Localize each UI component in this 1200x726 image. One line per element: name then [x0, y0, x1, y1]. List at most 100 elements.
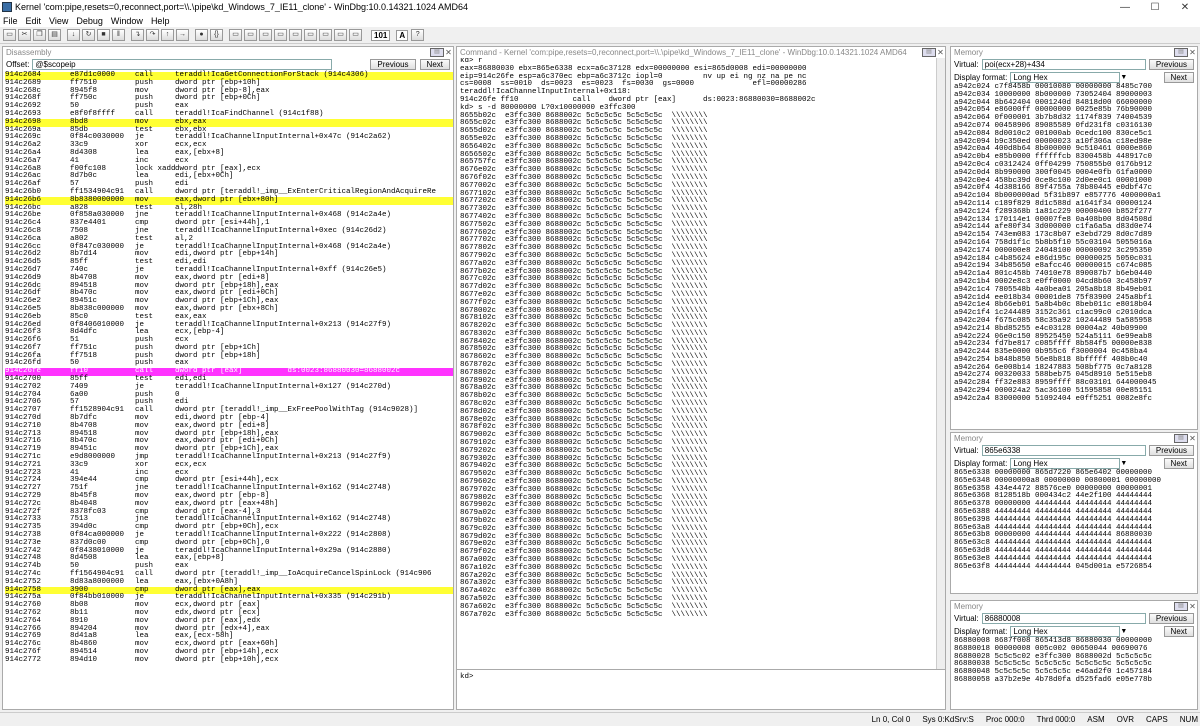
window-menu-icon[interactable]: ▤ — [1174, 48, 1188, 57]
font-icon[interactable]: A — [396, 29, 409, 41]
maximize-button[interactable]: ☐ — [1140, 2, 1170, 13]
display-format-select[interactable]: Long Hex — [1010, 72, 1121, 83]
callstack-window-icon[interactable]: ▭ — [304, 29, 317, 41]
next-button[interactable]: Next — [1163, 72, 1194, 83]
toolbar: ▭ ✂ ❐ ▤ ↓ ↻ ■ ‖ ↴ ↷ ↑ → ● {} ▭ ▭ ▭ ▭ ▭ ▭… — [0, 27, 1200, 44]
step-out-icon[interactable]: ↑ — [161, 29, 174, 41]
locals-window-icon[interactable]: ▭ — [259, 29, 272, 41]
disassembly-window-icon[interactable]: ▭ — [319, 29, 332, 41]
result-address: 8679302c — [460, 454, 497, 463]
close-icon[interactable]: ✕ — [1188, 48, 1197, 57]
menu-view[interactable]: View — [49, 16, 68, 26]
result-address: 8678902c — [460, 376, 497, 385]
menu-help[interactable]: Help — [151, 16, 170, 26]
result-values: e3ffc300 8688002c 5c5c5c5c 5c5c5c5c \\\\… — [496, 376, 708, 385]
result-address: 8678a02c — [460, 384, 497, 393]
memory-pane-2: Memory ▤ ✕ Virtual: 865e6338 Previous Di… — [950, 432, 1198, 594]
result-values: e3ffc300 8688002c 5c5c5c5c 5c5c5c5c \\\\… — [496, 361, 708, 370]
cut-icon[interactable]: ✂ — [18, 29, 31, 41]
restart-icon[interactable]: ↻ — [82, 29, 95, 41]
result-values: e3ffc300 8688002c 5c5c5c5c 5c5c5c5c \\\\… — [496, 283, 708, 292]
disasm-operands: edi,dword ptr [ebp+14h] — [175, 250, 279, 259]
result-values: e3ffc300 8688002c 5c5c5c5c 5c5c5c5c \\\\… — [496, 478, 708, 487]
run-to-cursor-icon[interactable]: → — [176, 29, 189, 41]
scratchpad-window-icon[interactable]: ▭ — [334, 29, 347, 41]
result-address: 8677c02c — [460, 275, 497, 284]
paste-icon[interactable]: ▤ — [48, 29, 61, 41]
result-values: e3ffc300 8688002c 5c5c5c5c 5c5c5c5c \\\\… — [496, 509, 708, 518]
disasm-bytes: 8d4308 — [70, 148, 98, 157]
command-output: kd> r eax=86880030 ebx=865e6338 ecx=a6c37… — [457, 58, 945, 113]
result-address: 8677f02c — [460, 298, 497, 307]
break-icon[interactable]: ‖ — [112, 29, 125, 41]
disasm-operands: dword ptr [ebp+18h] — [175, 351, 261, 360]
memory-window-icon[interactable]: ▭ — [289, 29, 302, 41]
hex-mode-icon[interactable]: 101 — [371, 29, 391, 41]
menu-debug[interactable]: Debug — [76, 16, 103, 26]
go-icon[interactable]: ↓ — [67, 29, 80, 41]
chevron-down-icon[interactable]: ▼ — [1120, 74, 1130, 81]
previous-button[interactable]: Previous — [1148, 59, 1194, 70]
minimize-button[interactable]: — — [1110, 2, 1140, 13]
next-button[interactable]: Next — [1163, 458, 1194, 469]
result-address: 8676f02c — [460, 173, 497, 182]
close-icon[interactable]: ✕ — [936, 48, 945, 57]
chevron-down-icon[interactable]: ▼ — [1120, 460, 1130, 467]
registers-window-icon[interactable]: ▭ — [274, 29, 287, 41]
result-address: 867a202c — [460, 571, 497, 580]
next-button[interactable]: Next — [1163, 626, 1194, 637]
close-icon[interactable]: ✕ — [1188, 434, 1197, 443]
command-scrollbar[interactable] — [936, 58, 945, 669]
breakpoint-icon[interactable]: ● — [195, 29, 208, 41]
processes-window-icon[interactable]: ▭ — [349, 29, 362, 41]
offset-input[interactable]: @$scopeip — [32, 59, 333, 70]
result-address: 8677602c — [460, 228, 497, 237]
close-icon[interactable]: ✕ — [444, 48, 453, 57]
display-format-select[interactable]: Long Hex — [1010, 458, 1121, 469]
disasm-bytes: ff7518 — [70, 351, 98, 360]
result-address: 8655d02c — [460, 127, 497, 136]
previous-button[interactable]: Previous — [1148, 613, 1194, 624]
close-button[interactable]: ✕ — [1170, 2, 1200, 13]
virtual-address-input[interactable]: poi(ecx+28)+434 — [981, 59, 1146, 70]
memory-dump: 865e6338 00000000 865d7220 865e6402 0000… — [951, 469, 1197, 571]
previous-button[interactable]: Previous — [370, 59, 416, 70]
virtual-address-input[interactable]: 865e6338 — [981, 445, 1146, 456]
result-values: e3ffc300 8688002c 5c5c5c5c 5c5c5c5c \\\\… — [496, 298, 708, 307]
source-mode-icon[interactable]: {} — [210, 29, 223, 41]
close-icon[interactable]: ✕ — [1188, 602, 1197, 611]
copy-icon[interactable]: ❐ — [33, 29, 46, 41]
watch-window-icon[interactable]: ▭ — [244, 29, 257, 41]
offset-label: Offset: — [6, 60, 30, 69]
result-address: 8677902c — [460, 251, 497, 260]
result-values: e3ffc300 8688002c 5c5c5c5c 5c5c5c5c \\\\… — [496, 127, 708, 136]
title-bar: Kernel 'com:pipe,resets=0,reconnect,port… — [0, 0, 1200, 14]
open-icon[interactable]: ▭ — [3, 29, 16, 41]
disassembly-listing[interactable]: 914c2684 e87d1c0000 call teraddl!IcaGetConn… — [3, 71, 453, 665]
next-button[interactable]: Next — [419, 59, 450, 70]
disasm-line[interactable]: 914c2772 894d10 mov dword ptr [ebp+10h],ecx — [5, 656, 453, 665]
command-input-area[interactable]: kd> — [457, 669, 945, 709]
step-over-icon[interactable]: ↷ — [146, 29, 159, 41]
menu-window[interactable]: Window — [111, 16, 143, 26]
chevron-down-icon[interactable]: ▼ — [1120, 628, 1130, 635]
result-address: 8677402c — [460, 212, 497, 221]
window-menu-icon[interactable]: ▤ — [1174, 602, 1188, 611]
result-values: e3ffc300 8688002c 5c5c5c5c 5c5c5c5c \\\\… — [496, 524, 708, 533]
command-window-icon[interactable]: ▭ — [229, 29, 242, 41]
window-menu-icon[interactable]: ▤ — [1174, 434, 1188, 443]
menu-file[interactable]: File — [3, 16, 18, 26]
command-prompt: kd> — [460, 673, 474, 681]
window-menu-icon[interactable]: ▤ — [430, 48, 444, 57]
memory-title: Memory — [954, 48, 983, 57]
virtual-address-input[interactable]: 86880008 — [981, 613, 1146, 624]
previous-button[interactable]: Previous — [1148, 445, 1194, 456]
disasm-operands: eax,dword ptr [ebx+8Ch] — [175, 304, 279, 313]
result-values: e3ffc300 8688002c 5c5c5c5c 5c5c5c5c \\\\… — [496, 602, 708, 611]
options-icon[interactable]: ? — [411, 29, 425, 41]
display-format-select[interactable]: Long Hex — [1010, 626, 1121, 637]
step-into-icon[interactable]: ↴ — [131, 29, 144, 41]
stop-icon[interactable]: ■ — [97, 29, 110, 41]
window-menu-icon[interactable]: ▤ — [922, 48, 936, 57]
menu-edit[interactable]: Edit — [26, 16, 42, 26]
